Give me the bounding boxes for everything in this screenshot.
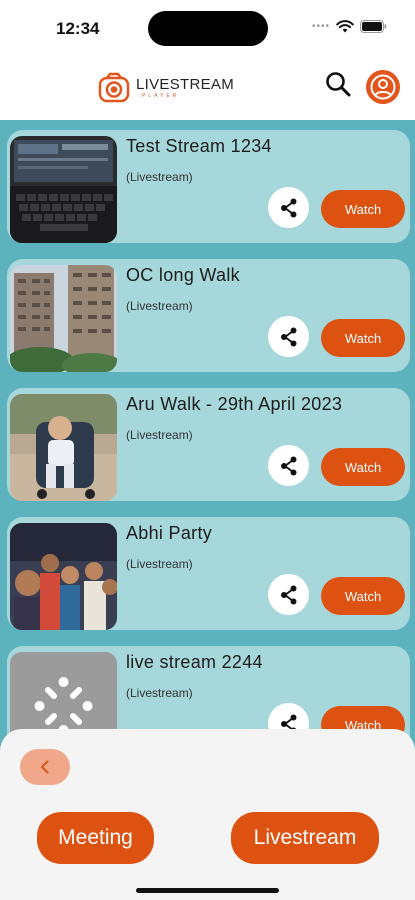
share-icon	[280, 198, 296, 217]
share-button[interactable]	[268, 574, 309, 615]
watch-button[interactable]: Watch	[321, 190, 405, 228]
logo-title: LIVESTREAM	[136, 76, 235, 93]
stream-title: OC long Walk	[126, 265, 240, 285]
share-icon	[280, 327, 296, 346]
wifi-icon	[336, 20, 354, 33]
meeting-button[interactable]: Meeting	[37, 812, 154, 864]
home-indicator	[136, 888, 279, 893]
app-logo: LIVESTREAM PLAYER	[96, 72, 234, 104]
account-icon	[370, 74, 396, 100]
stream-title: live stream 2244	[126, 652, 263, 672]
watch-button[interactable]: Watch	[321, 577, 405, 615]
stream-thumbnail-laptop[interactable]	[10, 136, 117, 243]
stream-thumbnail-party[interactable]	[10, 523, 117, 630]
share-icon	[280, 585, 296, 604]
profile-button[interactable]	[366, 70, 400, 104]
stream-type: (Livestream)	[126, 557, 193, 571]
stream-title: Abhi Party	[126, 523, 213, 543]
share-button[interactable]	[268, 316, 309, 357]
search-icon	[326, 72, 351, 97]
stream-card[interactable]: Abhi Party (Livestream) Watch	[7, 517, 410, 630]
dynamic-island	[148, 11, 268, 46]
search-button[interactable]	[324, 70, 352, 98]
bottom-action-panel: Meeting Livestream	[0, 729, 415, 900]
stream-title: Test Stream 1234	[126, 136, 272, 156]
livestream-button[interactable]: Livestream	[231, 812, 379, 864]
stream-thumbnail-stroller[interactable]	[10, 394, 117, 501]
share-button[interactable]	[268, 445, 309, 486]
stream-type: (Livestream)	[126, 299, 193, 313]
chevron-left-icon	[41, 760, 49, 774]
stream-type: (Livestream)	[126, 686, 193, 700]
stream-thumbnail-towers[interactable]	[10, 265, 117, 372]
stream-card[interactable]: OC long Walk (Livestream) Watch	[7, 259, 410, 372]
camera-logo-icon	[98, 72, 130, 103]
status-bar: 12:34 ••••	[0, 0, 415, 56]
stream-card[interactable]: Aru Walk - 29th April 2023 (Livestream) …	[7, 388, 410, 501]
share-button[interactable]	[268, 187, 309, 228]
app-header: LIVESTREAM PLAYER	[0, 56, 415, 120]
back-button[interactable]	[20, 749, 70, 785]
stream-type: (Livestream)	[126, 428, 193, 442]
battery-icon	[360, 20, 387, 33]
stream-type: (Livestream)	[126, 170, 193, 184]
watch-button[interactable]: Watch	[321, 319, 405, 357]
signal-dots-icon: ••••	[311, 21, 330, 32]
status-icons: ••••	[312, 20, 387, 33]
share-icon	[280, 456, 296, 475]
status-time: 12:34	[56, 19, 100, 38]
stream-title: Aru Walk - 29th April 2023	[126, 394, 343, 414]
watch-button[interactable]: Watch	[321, 448, 405, 486]
logo-subtitle: PLAYER	[142, 93, 180, 99]
stream-card[interactable]: Test Stream 1234 (Livestream) Watch	[7, 130, 410, 243]
